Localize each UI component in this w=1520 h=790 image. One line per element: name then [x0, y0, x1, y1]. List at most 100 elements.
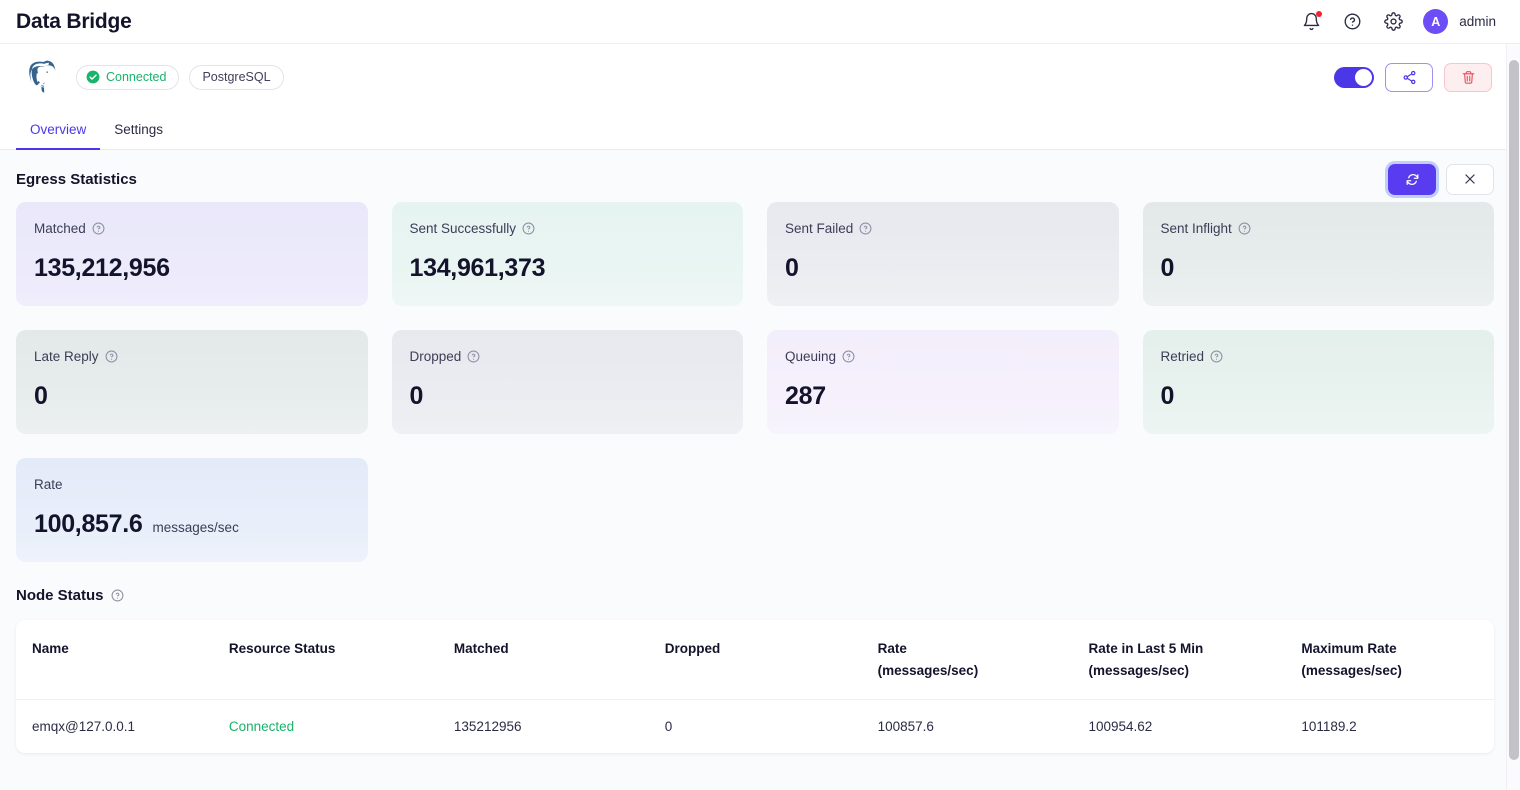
metric-unit: messages/sec [152, 519, 239, 535]
metric-value: 0 [1160, 381, 1175, 410]
metric-card-retried: Retried 0 [1142, 330, 1494, 434]
column-header-line2: (messages/sec) [1088, 662, 1190, 678]
metric-card-dropped: Dropped 0 [391, 330, 743, 434]
egress-section-header: Egress Statistics [16, 150, 1494, 204]
trash-icon [1462, 70, 1474, 84]
metric-value: 287 [785, 381, 826, 410]
check-circle-icon [86, 70, 100, 84]
enable-toggle[interactable] [1334, 66, 1374, 88]
page-root: Data Bridge A admin Connected PostgreSQL… [0, 0, 1520, 790]
page-scrollbar[interactable] [1506, 44, 1520, 790]
metric-value: 0 [409, 381, 424, 410]
cell-resource-status: Connected [228, 719, 295, 735]
column-header-rate[interactable]: Rate (messages/sec) [877, 620, 1089, 701]
table-row: emqx@127.0.0.1 Connected 135212956 0 100… [16, 700, 1494, 754]
refresh-button[interactable] [1388, 163, 1436, 195]
metric-value: 100,857.6 messages/sec [34, 510, 350, 539]
refresh-icon [1406, 173, 1418, 185]
postgresql-elephant-icon [29, 60, 57, 95]
status-badge: Connected [76, 64, 180, 90]
tab-settings[interactable]: Settings [100, 110, 177, 149]
metric-label: Sent Inflight [1161, 222, 1477, 236]
cell-matched: 135212956 [453, 719, 522, 735]
metric-card-matched: Matched 135,212,956 [16, 202, 368, 306]
share-button[interactable] [1385, 62, 1433, 92]
status-badge-label: Connected [106, 70, 167, 84]
metric-value: 135,212,956 [34, 253, 170, 282]
help-button[interactable] [1341, 11, 1363, 33]
cell-dropped: 0 [664, 719, 673, 735]
help-icon[interactable] [111, 589, 124, 602]
table-header-row: Name Resource Status Matched Dropped Rat… [16, 620, 1494, 701]
column-header-rate-last-5-min[interactable]: Rate in Last 5 Min (messages/sec) [1088, 620, 1302, 701]
node-status-header: Node Status [16, 562, 1494, 620]
metric-card-sent-failed: Sent Failed 0 [767, 202, 1119, 306]
help-icon[interactable] [92, 222, 105, 235]
cell-rate: 100857.6 [877, 719, 934, 735]
metric-label: Late Reply [34, 350, 350, 364]
metric-label-text: Dropped [409, 349, 462, 364]
help-icon[interactable] [1210, 350, 1223, 363]
metric-value: 0 [785, 253, 799, 282]
node-status-table-wrapper: Name Resource Status Matched Dropped Rat… [16, 620, 1494, 754]
column-header-dropped[interactable]: Dropped [664, 620, 878, 701]
column-header-line1: Rate in Last 5 Min [1088, 641, 1204, 656]
delete-button[interactable] [1444, 62, 1492, 92]
avatar[interactable]: A [1423, 9, 1449, 34]
column-header-matched[interactable]: Matched [453, 620, 665, 701]
column-header-line1: Maximum Rate [1301, 641, 1397, 656]
column-header-resource-status[interactable]: Resource Status [228, 620, 454, 701]
metric-label: Matched [34, 222, 350, 236]
metric-label: Queuing [785, 350, 1101, 364]
column-header-line1: Matched [453, 641, 509, 656]
settings-button[interactable] [1382, 11, 1404, 33]
column-header-name[interactable]: Name [16, 620, 229, 701]
metric-label-text: Retried [1160, 349, 1205, 364]
notifications-button[interactable] [1300, 10, 1323, 33]
cell-rate-last-5-min: 100954.62 [1088, 719, 1153, 735]
tab-overview[interactable]: Overview [16, 110, 101, 150]
scrollbar-thumb[interactable] [1509, 60, 1519, 760]
metric-card-late-reply: Late Reply 0 [16, 330, 368, 434]
help-icon[interactable] [842, 350, 855, 363]
egress-title-label: Egress Statistics [16, 170, 137, 188]
header-actions: A admin [1300, 9, 1496, 34]
help-icon[interactable] [859, 222, 872, 235]
node-status-title: Node Status [16, 587, 124, 604]
metric-value: 134,961,373 [409, 253, 546, 282]
help-icon[interactable] [1238, 222, 1251, 235]
egress-actions [1388, 163, 1494, 195]
metric-label-text: Rate [34, 477, 63, 492]
metric-label-text: Late Reply [34, 349, 99, 364]
tab-bar: Overview Settings [0, 110, 1520, 150]
metric-cards-row-3: Rate 100,857.6 messages/sec [16, 458, 1494, 562]
egress-title: Egress Statistics [16, 171, 137, 188]
metric-value: 0 [1160, 253, 1175, 282]
metric-card-rate: Rate 100,857.6 messages/sec [16, 458, 368, 562]
metric-card-queuing: Queuing 287 [767, 330, 1119, 434]
column-header-maximum-rate[interactable]: Maximum Rate (messages/sec) [1301, 620, 1494, 701]
gear-icon [1383, 12, 1403, 31]
page-title: Data Bridge [16, 9, 132, 33]
help-icon[interactable] [467, 350, 480, 363]
metric-card-sent-successfully: Sent Successfully 134,961,373 [391, 202, 743, 306]
metric-label-text: Sent Successfully [409, 221, 517, 236]
help-icon[interactable] [522, 222, 535, 235]
close-button[interactable] [1446, 163, 1494, 195]
metric-value: 0 [34, 381, 48, 410]
metric-cards-row-1: Matched 135,212,956 Sent Successfully 13… [16, 202, 1494, 306]
node-status-title-label: Node Status [16, 586, 104, 604]
metric-card-sent-inflight: Sent Inflight 0 [1142, 202, 1494, 306]
help-icon[interactable] [105, 350, 118, 363]
notification-dot [1316, 10, 1323, 17]
metric-label: Rate [34, 478, 350, 492]
column-header-line1: Name [32, 641, 69, 656]
cell-maximum-rate: 101189.2 [1301, 719, 1357, 735]
bridge-badges: Connected PostgreSQL [76, 64, 284, 90]
top-header-bar: Data Bridge A admin [0, 0, 1520, 44]
column-header-line1: Rate [877, 641, 907, 656]
username-label: admin [1459, 14, 1496, 29]
main-content: Egress Statistics Matched 135,212,956 Se… [0, 150, 1520, 790]
column-header-line1: Dropped [664, 641, 721, 656]
node-status-table: Name Resource Status Matched Dropped Rat… [16, 620, 1494, 753]
